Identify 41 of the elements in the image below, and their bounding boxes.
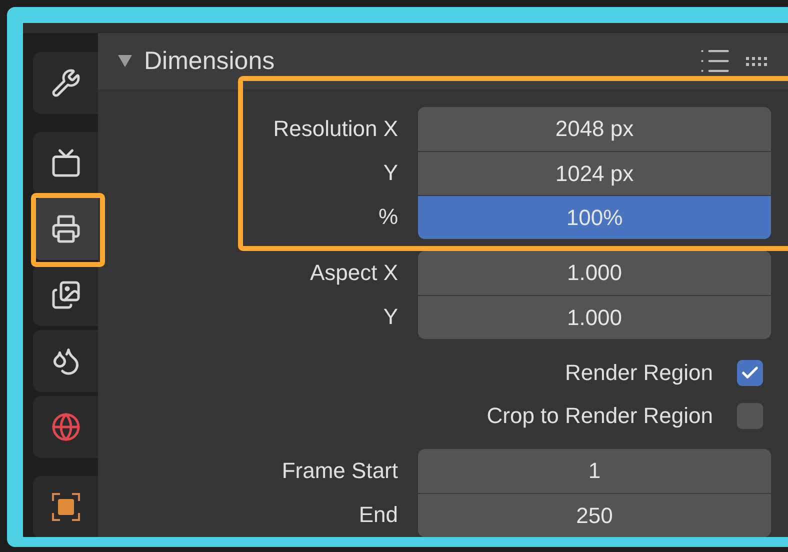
field-label: Y (382, 160, 399, 186)
properties-tab[interactable] (33, 264, 98, 326)
object-icon (50, 491, 82, 523)
panel-title: Dimensions (144, 46, 276, 76)
field-value: 1024 px (555, 160, 634, 186)
field-value: 250 (576, 502, 613, 528)
properties-tab[interactable] (33, 330, 98, 392)
properties-tab[interactable] (33, 476, 98, 537)
slider-field[interactable]: 100% (418, 195, 771, 239)
properties-tab[interactable] (33, 52, 98, 114)
field-label: Frame Start (280, 458, 399, 484)
number-field[interactable]: 2048 px (418, 107, 771, 151)
field-label: Aspect X (308, 260, 399, 286)
field-value: 1.000 (566, 304, 622, 330)
properties-tab[interactable] (33, 198, 98, 260)
globe-icon (50, 412, 80, 442)
number-field[interactable]: 1.000 (418, 251, 771, 295)
number-field[interactable]: 1 (418, 449, 771, 493)
field-value: 1.000 (566, 260, 622, 286)
field-value: 1 (588, 458, 601, 484)
properties-tab[interactable] (33, 132, 98, 194)
field-label: Y (382, 304, 399, 330)
checkbox-label: Render Region (565, 360, 713, 386)
checkbox-label: Crop to Render Region (486, 402, 713, 428)
number-field[interactable]: 1.000 (418, 295, 771, 339)
tv-icon (50, 148, 80, 178)
droplets-icon (50, 346, 80, 376)
number-field[interactable]: 250 (418, 493, 771, 537)
collapse-triangle-icon[interactable] (118, 55, 132, 67)
checkbox[interactable] (737, 402, 763, 428)
drag-handle-icon[interactable] (744, 55, 770, 67)
checkbox[interactable] (737, 360, 763, 386)
field-value: 2048 px (555, 116, 634, 142)
printer-icon (50, 214, 80, 244)
field-label: End (358, 502, 399, 528)
images-icon (50, 280, 80, 310)
field-label: Resolution X (272, 116, 399, 142)
wrench-icon (50, 68, 80, 98)
field-value: 100% (566, 204, 623, 230)
number-field[interactable]: 1024 px (418, 151, 771, 195)
field-label: % (377, 204, 399, 230)
